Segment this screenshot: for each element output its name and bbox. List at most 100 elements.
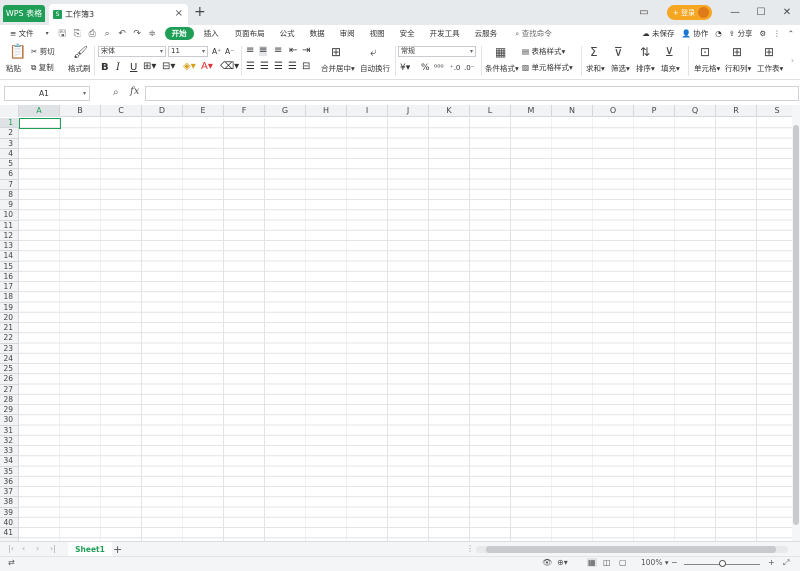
row-header[interactable]: 12: [0, 231, 19, 241]
row-header[interactable]: 5: [0, 159, 19, 170]
decrease-font-icon[interactable]: A⁻: [225, 47, 234, 57]
decrease-indent-icon[interactable]: ⇤: [289, 46, 297, 56]
column-header[interactable]: F: [224, 105, 265, 117]
fullscreen-icon[interactable]: ⤢: [783, 558, 789, 568]
row-header[interactable]: 4: [0, 149, 19, 159]
column-header[interactable]: B: [60, 105, 101, 117]
increase-font-icon[interactable]: A⁺: [212, 47, 221, 57]
active-cell-a1[interactable]: [19, 118, 61, 129]
collaborate-button[interactable]: 👤 协作: [682, 28, 709, 39]
zoom-out-icon[interactable]: −: [671, 558, 678, 567]
new-tab-button[interactable]: +: [194, 4, 206, 20]
next-sheet-icon[interactable]: ›: [36, 544, 39, 553]
align-top-icon[interactable]: ≡: [246, 46, 254, 56]
conditional-format-icon[interactable]: ▦: [495, 45, 506, 59]
horizontal-scrollbar[interactable]: [476, 546, 788, 553]
reading-view-icon[interactable]: ▢: [619, 558, 627, 567]
minimize-icon[interactable]: —: [722, 7, 748, 18]
row-header[interactable]: 33: [0, 446, 19, 457]
sheet-tab-sheet1[interactable]: Sheet1: [68, 542, 112, 557]
tab-cloud-services[interactable]: 云服务: [469, 28, 504, 39]
row-header[interactable]: 19: [0, 303, 19, 313]
increase-decimal-icon[interactable]: ⁺.0: [450, 63, 460, 73]
row-header[interactable]: 39: [0, 508, 19, 518]
print-preview-icon[interactable]: ⌕: [101, 28, 114, 39]
row-header[interactable]: 13: [0, 241, 19, 252]
row-header[interactable]: 24: [0, 354, 19, 364]
row-header[interactable]: 8: [0, 190, 19, 200]
percent-button[interactable]: %: [421, 63, 430, 73]
font-name-select[interactable]: 宋体 ▾: [98, 46, 166, 57]
row-header[interactable]: 14: [0, 251, 19, 262]
filter-icon[interactable]: ⊽: [614, 45, 623, 59]
row-header[interactable]: 3: [0, 139, 19, 149]
cut-button[interactable]: ✂ 剪切: [31, 47, 55, 57]
sheet-options-icon[interactable]: ⋮: [466, 544, 474, 553]
row-col-icon[interactable]: ⊞: [732, 45, 742, 59]
distributed-icon[interactable]: ⊟: [302, 62, 310, 72]
cell-button[interactable]: 单元格▾: [694, 64, 720, 74]
table-style-button[interactable]: ▤ 表格样式▾: [522, 47, 565, 57]
italic-button[interactable]: I: [116, 63, 120, 73]
tab-view[interactable]: 视图: [364, 28, 391, 39]
filter-button[interactable]: 筛选▾: [611, 64, 630, 74]
macro-icon[interactable]: ⇄: [8, 558, 15, 567]
cell-area[interactable]: [19, 118, 792, 541]
row-header[interactable]: 38: [0, 497, 19, 508]
undo-icon[interactable]: ↶: [116, 28, 129, 39]
row-header[interactable]: 40: [0, 518, 19, 528]
row-col-button[interactable]: 行和列▾: [725, 64, 751, 74]
row-header[interactable]: 31: [0, 426, 19, 436]
tab-home[interactable]: 开始: [164, 27, 194, 40]
horizontal-scroll-thumb[interactable]: [486, 546, 776, 553]
row-header[interactable]: 1: [0, 118, 19, 129]
clear-icon[interactable]: ⌫▾: [220, 62, 239, 72]
cell-style-button[interactable]: ▨ 单元格样式▾: [522, 63, 573, 73]
conditional-format-button[interactable]: 条件格式▾: [485, 64, 519, 74]
column-header[interactable]: O: [593, 105, 634, 117]
increase-indent-icon[interactable]: ⇥: [302, 46, 310, 56]
customize-toolbar-icon[interactable]: ≑: [146, 28, 159, 39]
name-box[interactable]: A1 ▾: [4, 86, 90, 101]
row-header[interactable]: 6: [0, 169, 19, 180]
redo-icon[interactable]: ↷: [131, 28, 144, 39]
column-header[interactable]: M: [511, 105, 552, 117]
worksheet-button[interactable]: 工作表▾: [757, 64, 783, 74]
window-layout-icon[interactable]: ▭: [631, 7, 657, 18]
column-header[interactable]: E: [183, 105, 224, 117]
vertical-scrollbar[interactable]: [792, 105, 800, 541]
font-size-select[interactable]: 11 ▾: [168, 46, 208, 57]
column-header[interactable]: K: [429, 105, 470, 117]
export-pdf-icon[interactable]: ⎘: [71, 28, 84, 39]
tab-formulas[interactable]: 公式: [274, 28, 301, 39]
row-header[interactable]: 41: [0, 528, 19, 539]
column-header[interactable]: R: [716, 105, 757, 117]
login-button[interactable]: + 登录: [666, 5, 712, 20]
column-header[interactable]: J: [388, 105, 429, 117]
column-header[interactable]: G: [265, 105, 306, 117]
row-header[interactable]: 7: [0, 180, 19, 190]
paste-button[interactable]: 粘贴: [6, 64, 21, 74]
magnifier-icon[interactable]: ⌕: [113, 87, 119, 98]
first-sheet-icon[interactable]: |‹: [8, 544, 14, 553]
cell-icon[interactable]: ⊡: [700, 45, 710, 59]
column-header[interactable]: C: [101, 105, 142, 117]
chevron-down-icon[interactable]: ▾: [41, 28, 54, 39]
unsaved-status[interactable]: ☁ 未保存: [642, 28, 674, 39]
align-bottom-icon[interactable]: ≡: [274, 46, 282, 56]
tab-security[interactable]: 安全: [394, 28, 421, 39]
eye-protection-icon[interactable]: 👁: [542, 558, 552, 567]
tab-data[interactable]: 数据: [304, 28, 331, 39]
row-header[interactable]: 28: [0, 395, 19, 405]
zoom-slider-handle[interactable]: [719, 560, 726, 567]
row-header[interactable]: 37: [0, 487, 19, 498]
last-sheet-icon[interactable]: ›|: [50, 544, 56, 553]
column-header[interactable]: I: [347, 105, 388, 117]
row-header[interactable]: 11: [0, 221, 19, 231]
page-break-view-icon[interactable]: ◫: [603, 558, 611, 567]
sort-button[interactable]: 排序▾: [636, 64, 655, 74]
row-header[interactable]: 34: [0, 456, 19, 467]
fill-icon[interactable]: ⊻: [665, 45, 674, 59]
align-center-icon[interactable]: ☰: [260, 62, 269, 72]
fill-button[interactable]: 填充▾: [661, 64, 680, 74]
